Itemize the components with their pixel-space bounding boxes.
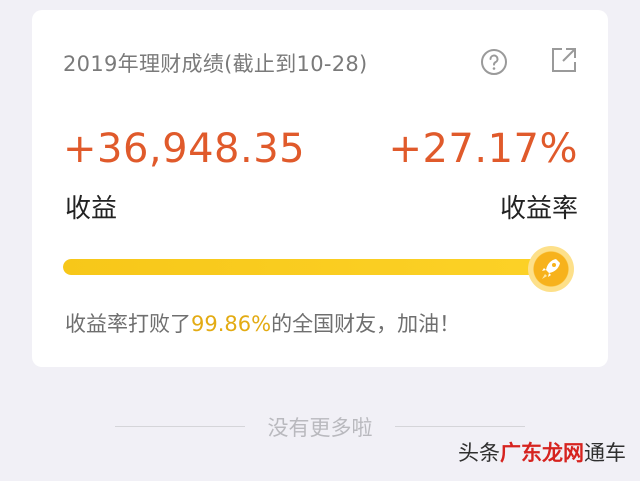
watermark-prefix: 头条 — [458, 441, 500, 465]
earnings-amount-label: 收益 — [65, 194, 118, 224]
help-circle-icon[interactable] — [480, 48, 508, 76]
rocket-badge — [528, 246, 574, 292]
earnings-amount: +36,948.35 — [63, 126, 306, 172]
beat-text: 收益率打败了99.86%的全国财友，加油！ — [65, 308, 460, 338]
earnings-card: 2019年理财成绩(截止到10-28) +36,948.35 +27.17% 收… — [32, 10, 608, 367]
divider-line-right — [395, 426, 525, 427]
earnings-rate-label: 收益率 — [499, 194, 578, 224]
card-header: 2019年理财成绩(截止到10-28) — [63, 46, 578, 80]
progress-fill — [63, 259, 563, 275]
beat-percent: 99.86% — [191, 312, 272, 336]
progress-track — [63, 259, 563, 275]
earnings-rate: +27.17% — [388, 126, 578, 172]
watermark-brand: 广东龙网 — [500, 441, 584, 465]
card-title: 2019年理财成绩(截止到10-28) — [63, 52, 368, 76]
watermark: 头条广东龙网通车 — [458, 437, 626, 467]
beat-prefix: 收益率打败了 — [65, 312, 191, 336]
beat-suffix: 的全国财友，加油！ — [271, 312, 461, 336]
watermark-suffix: 通车 — [584, 441, 626, 465]
external-link-icon[interactable] — [550, 46, 578, 74]
rocket-icon — [542, 259, 560, 279]
